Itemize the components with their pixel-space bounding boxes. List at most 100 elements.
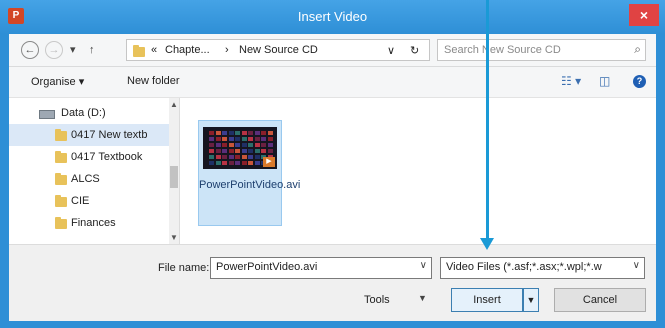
thumbnail-tile — [209, 131, 214, 135]
nav-item-label: CIE — [71, 195, 90, 207]
insert-options-button[interactable]: ▼ — [523, 288, 539, 312]
file-type-select[interactable]: Video Files (*.asf;*.asx;*.wpl;*.w ∨ — [440, 257, 645, 279]
up-button[interactable]: ↑ — [89, 41, 95, 59]
thumbnail-tile — [241, 131, 247, 135]
thumbnail-tile — [222, 161, 227, 165]
thumbnail-tile — [267, 149, 273, 153]
thumbnail-tile — [248, 161, 253, 165]
folder-icon — [55, 151, 67, 163]
tools-menu[interactable]: Tools — [364, 294, 390, 306]
command-toolbar: Organise ▾ New folder ☷ ▾ ◫ ? — [9, 67, 656, 98]
nav-item-label: 0417 New textb — [71, 129, 148, 141]
thumbnail-tile — [235, 131, 240, 135]
recent-locations-button[interactable]: ▾ — [70, 41, 76, 59]
search-box[interactable]: Search New Source CD ⌕ — [437, 39, 646, 61]
cancel-button[interactable]: Cancel — [554, 288, 646, 312]
change-view-icon[interactable]: ☷ ▾ — [561, 74, 581, 88]
thumbnail-tile — [235, 143, 240, 147]
thumbnail-tile — [228, 131, 234, 135]
title-bar: P Insert Video × — [0, 0, 665, 34]
callout-arrow-line — [486, 0, 489, 243]
thumbnail-tile — [235, 149, 240, 153]
scroll-down-arrow-icon[interactable]: ▼ — [169, 233, 179, 242]
chevron-down-icon[interactable]: ∨ — [420, 260, 427, 271]
breadcrumb-separator: › — [225, 44, 229, 56]
thumbnail-tile — [235, 137, 240, 141]
thumbnail-tile — [254, 161, 260, 165]
scroll-up-arrow-icon[interactable]: ▲ — [169, 100, 179, 109]
insert-button[interactable]: Insert — [451, 288, 523, 312]
nav-item-0417-new-textbook[interactable]: 0417 New textb — [9, 124, 171, 146]
thumbnail-tile — [228, 149, 234, 153]
address-field[interactable]: « Chapte... › New Source CD ∨ ↻ — [126, 39, 430, 61]
breadcrumb-chapter[interactable]: Chapte... — [165, 44, 210, 56]
breadcrumb-new-source-cd[interactable]: New Source CD — [239, 44, 318, 56]
nav-item-cie[interactable]: CIE — [9, 190, 171, 212]
folder-icon — [133, 45, 145, 57]
thumbnail-tile — [254, 143, 260, 147]
thumbnail-tile — [248, 143, 253, 147]
forward-button[interactable]: → — [45, 41, 63, 59]
address-dropdown-icon[interactable]: ∨ — [387, 44, 395, 57]
dialog-footer: File name: PowerPointVideo.avi ∨ Video F… — [9, 244, 656, 321]
file-item-powerpointvideo[interactable]: ▶ PowerPointVideo.avi — [198, 120, 301, 226]
file-item-name: PowerPointVideo.avi — [199, 179, 301, 191]
thumbnail-tile — [222, 131, 227, 135]
thumbnail-tile — [261, 143, 266, 147]
address-bar-row: ← → ▾ ↑ « Chapte... › New Source CD ∨ ↻ … — [9, 34, 656, 67]
thumbnail-tile — [261, 137, 266, 141]
file-list-pane: ▶ PowerPointVideo.avi — [180, 98, 656, 244]
help-icon[interactable]: ? — [633, 75, 646, 88]
nav-item-alcs[interactable]: ALCS — [9, 168, 171, 190]
search-placeholder: Search New Source CD — [444, 44, 561, 56]
thumbnail-tile — [248, 155, 253, 159]
thumbnail-tile — [241, 161, 247, 165]
thumbnail-tile — [241, 143, 247, 147]
thumbnail-tile — [228, 137, 234, 141]
organise-menu[interactable]: Organise ▾ — [31, 75, 84, 88]
nav-item-finances[interactable]: Finances — [9, 212, 171, 234]
back-button[interactable]: ← — [21, 41, 39, 59]
file-name-input[interactable]: PowerPointVideo.avi ∨ — [210, 257, 432, 279]
close-button[interactable]: × — [629, 4, 659, 26]
breadcrumb-overflow[interactable]: « — [151, 44, 157, 56]
thumbnail-tile — [241, 137, 247, 141]
chevron-down-icon[interactable]: ∨ — [633, 260, 640, 271]
thumbnail-tile — [209, 155, 214, 159]
thumbnail-tile — [222, 137, 227, 141]
thumbnail-tile — [267, 131, 273, 135]
thumbnail-tile — [222, 149, 227, 153]
thumbnail-tile — [209, 137, 214, 141]
refresh-icon[interactable]: ↻ — [410, 44, 419, 57]
thumbnail-tile — [215, 131, 221, 135]
thumbnail-tile — [215, 143, 221, 147]
video-thumbnail: ▶ — [203, 127, 277, 169]
navigation-pane: Data (D:) 0417 New textb 0417 Textbook A… — [9, 98, 180, 244]
thumbnail-tile — [215, 149, 221, 153]
nav-item-label: Data (D:) — [61, 107, 106, 119]
thumbnail-tile — [209, 161, 214, 165]
preview-pane-icon[interactable]: ◫ — [599, 74, 610, 88]
dialog-title: Insert Video — [297, 9, 368, 24]
nav-item-label: ALCS — [71, 173, 100, 185]
thumbnail-tile — [248, 131, 253, 135]
folder-icon — [55, 129, 67, 141]
folder-icon — [55, 217, 67, 229]
thumbnail-tile — [248, 149, 253, 153]
file-name-value: PowerPointVideo.avi — [216, 261, 318, 273]
nav-item-0417-textbook[interactable]: 0417 Textbook — [9, 146, 171, 168]
thumbnail-tile — [228, 155, 234, 159]
thumbnail-tile — [215, 161, 221, 165]
nav-item-data-drive[interactable]: Data (D:) — [9, 102, 171, 124]
thumbnail-tile — [254, 131, 260, 135]
tools-dropdown-icon[interactable]: ▼ — [418, 293, 427, 303]
thumbnail-tile — [215, 137, 221, 141]
new-folder-button[interactable]: New folder — [127, 75, 180, 87]
search-icon[interactable]: ⌕ — [634, 42, 641, 57]
thumbnail-tile — [267, 137, 273, 141]
thumbnail-tile — [248, 137, 253, 141]
folder-icon — [55, 195, 67, 207]
nav-scrollbar[interactable]: ▲ ▼ — [169, 98, 179, 244]
thumbnail-tile — [267, 143, 273, 147]
scroll-thumb[interactable] — [170, 166, 178, 188]
